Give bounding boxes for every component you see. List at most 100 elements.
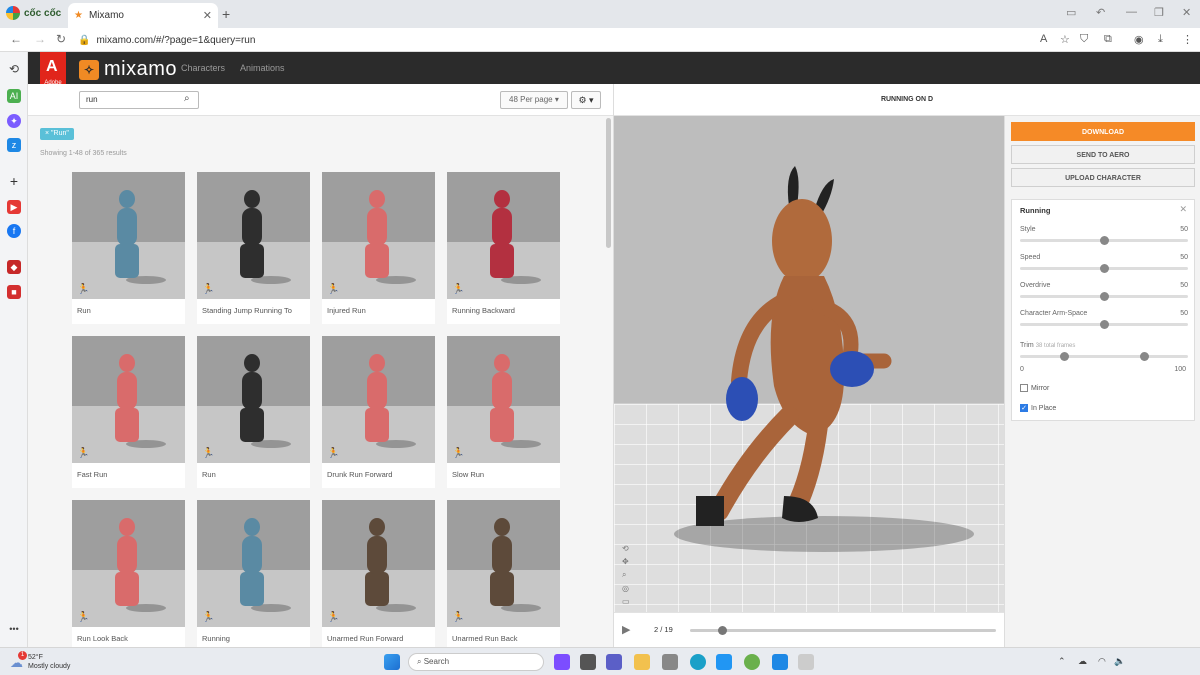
rotate-icon[interactable]: ⟲	[622, 544, 630, 553]
pan-icon[interactable]: ✥	[622, 557, 630, 566]
animation-thumbnail[interactable]: 🏃	[197, 172, 310, 299]
copilot-icon[interactable]	[554, 654, 570, 670]
teams-icon[interactable]	[606, 654, 622, 670]
animation-card[interactable]: 🏃 Unarmed Run Forward	[322, 500, 435, 647]
close-icon[interactable]: ✕	[1179, 204, 1187, 215]
tray-overflow-icon[interactable]: ⌃	[1058, 656, 1066, 667]
app-icon-1[interactable]: ◆	[7, 260, 21, 274]
file-explorer-icon[interactable]	[634, 654, 650, 670]
reload-icon[interactable]: ↻	[56, 32, 66, 46]
forward-icon[interactable]: →	[34, 32, 46, 46]
mixamo-logo[interactable]: ✧ mixamo	[79, 58, 177, 81]
animation-card[interactable]: 🏃 Standing Jump Running To	[197, 172, 310, 324]
filter-chip-run[interactable]: × "Run"	[40, 128, 74, 140]
upload-character-button[interactable]: UPLOAD CHARACTER	[1011, 168, 1195, 187]
history-icon[interactable]: ⟲	[7, 62, 21, 76]
reset-view-icon[interactable]: ◎	[622, 584, 630, 593]
send-to-aero-button[interactable]: SEND TO AERO	[1011, 145, 1195, 164]
timeline-knob[interactable]	[717, 626, 727, 635]
nav-characters[interactable]: Characters	[181, 63, 225, 73]
edge-icon[interactable]	[690, 654, 706, 670]
trim-end-knob[interactable]	[1140, 352, 1149, 361]
shield-icon[interactable]: ⛉	[1080, 33, 1088, 46]
windows-start-icon[interactable]	[384, 654, 400, 670]
animation-card[interactable]: 🏃 Running Backward	[447, 172, 560, 324]
task-view-icon[interactable]	[580, 654, 596, 670]
taskbar-search[interactable]: ⌕ Search	[408, 653, 544, 671]
bookmark-star-icon[interactable]: ☆	[1060, 33, 1070, 46]
facebook-icon[interactable]: f	[7, 224, 21, 238]
animation-thumbnail[interactable]: 🏃	[447, 172, 560, 299]
tab-mixamo[interactable]: ★ Mixamo ✕	[68, 3, 218, 28]
notes-icon[interactable]	[772, 654, 788, 670]
snipping-tool-icon[interactable]	[798, 654, 814, 670]
weather-widget[interactable]: ☁ 1 52°F Mostly cloudy	[10, 651, 70, 671]
slider-track[interactable]	[1020, 264, 1188, 273]
slider-knob[interactable]	[1099, 236, 1109, 245]
ai-assistant-icon[interactable]: AI	[7, 89, 21, 103]
animation-thumbnail[interactable]: 🏃	[322, 336, 435, 463]
back-icon[interactable]: ←	[10, 32, 22, 46]
camera-icon[interactable]: ▭	[622, 597, 630, 606]
animation-card[interactable]: 🏃 Slow Run	[447, 336, 560, 488]
animation-thumbnail[interactable]: 🏃	[72, 500, 185, 627]
add-sidebar-icon[interactable]: +	[7, 174, 21, 188]
animation-card[interactable]: 🏃 Run	[197, 336, 310, 488]
app-icon-2[interactable]: ■	[7, 285, 21, 299]
onedrive-icon[interactable]: ☁	[1078, 656, 1087, 667]
coccoc-taskbar-icon[interactable]	[744, 654, 760, 670]
animation-card[interactable]: 🏃 Run	[72, 172, 185, 324]
settings-gear-button[interactable]: ⚙ ▾	[571, 91, 601, 109]
wifi-icon[interactable]: ◠	[1098, 656, 1106, 667]
play-icon[interactable]: ▶	[622, 623, 630, 636]
scrollbar[interactable]	[606, 118, 611, 248]
translate-icon[interactable]: A	[1040, 33, 1047, 45]
extensions-icon[interactable]: ⧉	[1104, 33, 1112, 46]
url-field[interactable]: 🔒 mixamo.com/#/?page=1&query=run	[78, 31, 1018, 49]
in-place-box[interactable]: ✓	[1020, 404, 1028, 412]
slider-track[interactable]	[1020, 236, 1188, 245]
animation-card[interactable]: 🏃 Injured Run	[322, 172, 435, 324]
animation-card[interactable]: 🏃 Fast Run	[72, 336, 185, 488]
animation-thumbnail[interactable]: 🏃	[197, 336, 310, 463]
zalo-icon[interactable]: z	[7, 138, 21, 152]
download-icon[interactable]: ⤓	[1158, 33, 1163, 46]
close-window-icon[interactable]: ✕	[1182, 6, 1191, 19]
tab-close-icon[interactable]: ✕	[203, 9, 212, 22]
timeline-slider[interactable]	[690, 626, 996, 635]
animation-thumbnail[interactable]: 🏃	[447, 500, 560, 627]
animation-thumbnail[interactable]: 🏃	[322, 500, 435, 627]
minimize-icon[interactable]: —	[1126, 6, 1137, 18]
slider-knob[interactable]	[1099, 292, 1109, 301]
profile-icon[interactable]: ◉	[1134, 33, 1144, 46]
messenger-icon[interactable]: ✦	[7, 114, 21, 128]
mirror-box[interactable]	[1020, 384, 1028, 392]
app-m-icon[interactable]	[716, 654, 732, 670]
volume-icon[interactable]: 🔈	[1114, 656, 1125, 667]
per-page-select[interactable]: 48 Per page ▾	[500, 91, 568, 109]
menu-icon[interactable]: ⋮	[1182, 33, 1193, 46]
search-input[interactable]: run	[79, 91, 199, 109]
youtube-icon[interactable]: ▶	[7, 200, 21, 214]
animation-thumbnail[interactable]: 🏃	[72, 336, 185, 463]
search-icon[interactable]: ⌕	[184, 93, 190, 104]
zoom-icon[interactable]: ⌕	[622, 570, 630, 580]
more-icon[interactable]: •••	[7, 622, 21, 636]
slider-track[interactable]	[1020, 292, 1188, 301]
maximize-icon[interactable]: ❐	[1154, 6, 1164, 19]
nav-animations[interactable]: Animations	[240, 63, 285, 73]
slider-knob[interactable]	[1099, 320, 1109, 329]
slider-track[interactable]	[1020, 320, 1188, 329]
animation-thumbnail[interactable]: 🏃	[72, 172, 185, 299]
animation-thumbnail[interactable]: 🏃	[197, 500, 310, 627]
download-button[interactable]: DOWNLOAD	[1011, 122, 1195, 141]
animation-card[interactable]: 🏃 Running	[197, 500, 310, 647]
trim-start-knob[interactable]	[1060, 352, 1069, 361]
mirror-checkbox[interactable]: Mirror	[1020, 384, 1049, 392]
animation-card[interactable]: 🏃 Run Look Back	[72, 500, 185, 647]
slider-knob[interactable]	[1099, 264, 1109, 273]
viewer-3d-scene[interactable]: ⟲ ✥ ⌕ ◎ ▭	[614, 116, 1004, 612]
browser-brand[interactable]: cốc cốc	[6, 6, 61, 20]
animation-thumbnail[interactable]: 🏃	[322, 172, 435, 299]
store-icon[interactable]	[662, 654, 678, 670]
